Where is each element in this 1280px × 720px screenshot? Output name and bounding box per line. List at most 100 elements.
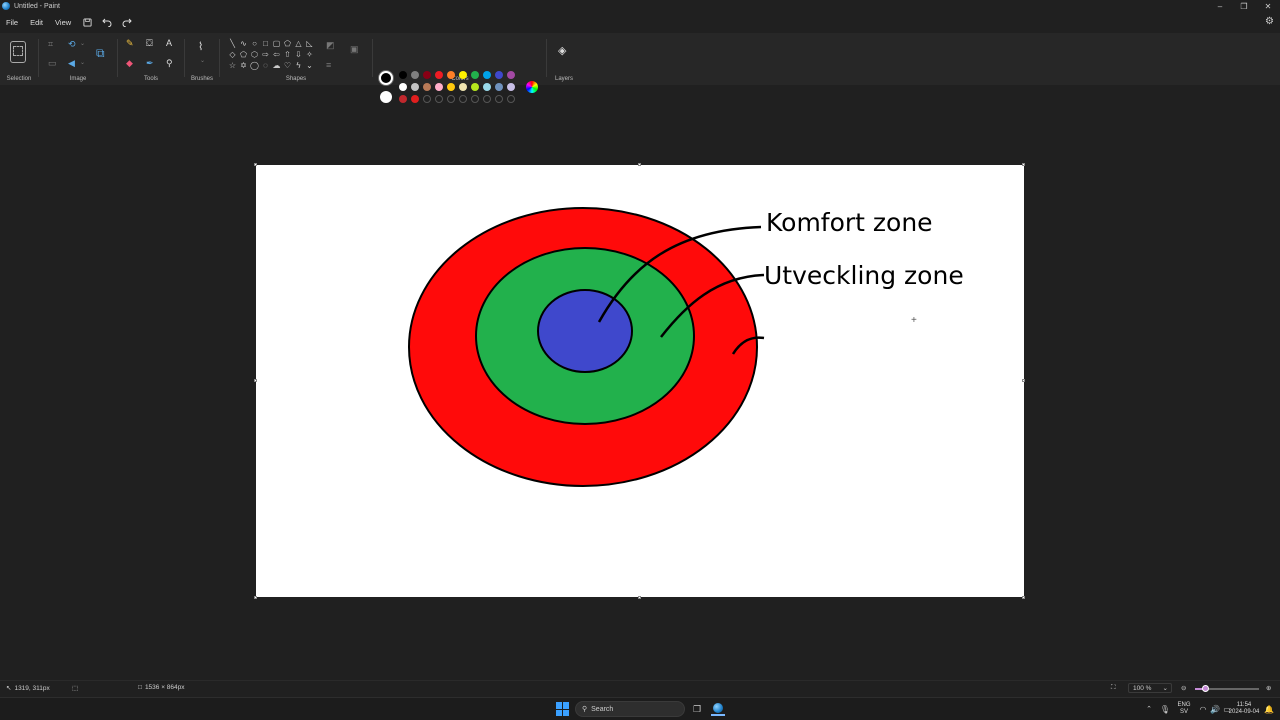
empty-custom-color-slot[interactable]: [495, 95, 503, 103]
lightning-shape-icon[interactable]: ϟ: [293, 60, 304, 71]
brush-dropdown-icon[interactable]: ⌄: [200, 58, 205, 64]
rotate-icon[interactable]: ⟲: [68, 40, 76, 49]
maximize-button[interactable]: ❐: [1232, 0, 1256, 12]
minimize-button[interactable]: –: [1208, 0, 1232, 12]
right-triangle-shape-icon[interactable]: ◺: [304, 38, 315, 49]
tray-overflow-chevron-icon[interactable]: ⌃: [1142, 702, 1156, 716]
six-point-star-shape-icon[interactable]: ✡: [238, 60, 249, 71]
four-point-star-shape-icon[interactable]: ✧: [304, 49, 315, 60]
color-swatch[interactable]: [411, 95, 419, 103]
selection-tool-icon[interactable]: [10, 41, 26, 63]
color-swatch[interactable]: [399, 83, 407, 91]
clock[interactable]: 11:54 2024-09-04: [1226, 702, 1262, 716]
diamond-shape-icon[interactable]: ◇: [227, 49, 238, 60]
color-swatch[interactable]: [423, 71, 431, 79]
shape-size-icon[interactable]: ≡: [326, 61, 331, 70]
resize-handle-left[interactable]: [254, 379, 257, 382]
oval-shape-icon[interactable]: ○: [249, 38, 260, 49]
color-swatch[interactable]: [495, 71, 503, 79]
settings-gear-icon[interactable]: ⚙: [1265, 16, 1274, 27]
empty-custom-color-slot[interactable]: [435, 95, 443, 103]
rotate-dropdown-icon[interactable]: ⌄: [80, 41, 85, 47]
five-point-star-shape-icon[interactable]: ☆: [227, 60, 238, 71]
resize-handle-bottom-left[interactable]: [254, 596, 257, 599]
brush-icon[interactable]: ⌇: [198, 42, 203, 53]
resize-handle-bottom[interactable]: [638, 596, 641, 599]
eraser-icon[interactable]: ◆: [126, 59, 133, 68]
color-swatch[interactable]: [483, 83, 491, 91]
color-swatch[interactable]: [435, 71, 443, 79]
color-swatch[interactable]: [471, 83, 479, 91]
flip-dropdown-icon[interactable]: ⌄: [80, 60, 85, 66]
heart-shape-icon[interactable]: ♡: [282, 60, 293, 71]
microphone-icon[interactable]: 🎙: [1158, 702, 1172, 716]
primary-color-swatch[interactable]: [379, 71, 393, 85]
start-windows-icon[interactable]: [556, 702, 570, 716]
task-view-icon[interactable]: ❐: [690, 702, 704, 716]
undo-icon[interactable]: [97, 14, 117, 30]
zoom-in-icon[interactable]: ⊕: [1266, 684, 1271, 692]
pencil-icon[interactable]: ✎: [126, 39, 134, 48]
color-swatch[interactable]: [399, 95, 407, 103]
color-swatch[interactable]: [411, 83, 419, 91]
color-swatch[interactable]: [507, 71, 515, 79]
pentagon-shape-icon[interactable]: ⬠: [238, 49, 249, 60]
color-swatch[interactable]: [459, 83, 467, 91]
cloud-callout-shape-icon[interactable]: ☁: [271, 60, 282, 71]
shape-outline-icon[interactable]: ◩: [326, 41, 335, 50]
text-tool-icon[interactable]: A: [166, 39, 172, 48]
paint-taskbar-icon[interactable]: [711, 702, 725, 716]
taskbar-search-box[interactable]: ⚲ Search: [575, 701, 685, 717]
magnifier-icon[interactable]: ⚲: [166, 59, 173, 68]
curve-shape-icon[interactable]: ∿: [238, 38, 249, 49]
resize-handle-right[interactable]: [1022, 379, 1025, 382]
input-language-indicator[interactable]: ENG SV: [1175, 702, 1193, 716]
resize-icon[interactable]: ▭: [48, 59, 57, 68]
rounded-callout-shape-icon[interactable]: ◯: [249, 60, 260, 71]
color-swatch[interactable]: [447, 83, 455, 91]
color-swatch[interactable]: [411, 71, 419, 79]
left-arrow-shape-icon[interactable]: ⇦: [271, 49, 282, 60]
rectangle-shape-icon[interactable]: □: [260, 38, 271, 49]
zoom-slider-thumb[interactable]: [1202, 685, 1209, 692]
layers-icon[interactable]: ◈: [558, 46, 566, 57]
zoom-out-icon[interactable]: ⊖: [1181, 684, 1186, 692]
menu-edit[interactable]: Edit: [24, 18, 49, 27]
crop-icon[interactable]: ⌗: [48, 40, 53, 49]
empty-custom-color-slot[interactable]: [483, 95, 491, 103]
color-swatch[interactable]: [483, 71, 491, 79]
rounded-rectangle-shape-icon[interactable]: ▢: [271, 38, 282, 49]
color-swatch[interactable]: [507, 83, 515, 91]
resize-handle-bottom-right[interactable]: [1022, 596, 1025, 599]
hexagon-shape-icon[interactable]: ⬡: [249, 49, 260, 60]
empty-custom-color-slot[interactable]: [459, 95, 467, 103]
edit-colors-icon[interactable]: [526, 81, 538, 93]
polygon-shape-icon[interactable]: ⬠: [282, 38, 293, 49]
flip-icon[interactable]: ◀: [68, 59, 75, 68]
save-icon[interactable]: [77, 14, 97, 30]
down-arrow-shape-icon[interactable]: ⇩: [293, 49, 304, 60]
color-swatch[interactable]: [423, 83, 431, 91]
fit-to-window-icon[interactable]: ⛶: [1111, 684, 1116, 692]
resize-handle-top-left[interactable]: [254, 163, 257, 166]
notification-bell-icon[interactable]: 🔔: [1262, 702, 1276, 716]
triangle-shape-icon[interactable]: △: [293, 38, 304, 49]
close-button[interactable]: ✕: [1256, 0, 1280, 12]
empty-custom-color-slot[interactable]: [471, 95, 479, 103]
color-swatch[interactable]: [495, 83, 503, 91]
shape-fill-icon[interactable]: ▣: [350, 45, 359, 54]
fill-bucket-icon[interactable]: ⛋: [146, 39, 153, 48]
secondary-color-swatch[interactable]: [380, 91, 392, 103]
redo-icon[interactable]: [117, 14, 137, 30]
more-shapes-icon[interactable]: ⌄: [304, 60, 315, 71]
empty-custom-color-slot[interactable]: [507, 95, 515, 103]
color-swatch[interactable]: [435, 83, 443, 91]
right-arrow-shape-icon[interactable]: ⇨: [260, 49, 271, 60]
resize-handle-top[interactable]: [638, 163, 641, 166]
color-picker-icon[interactable]: ✒: [146, 59, 154, 68]
menu-view[interactable]: View: [49, 18, 77, 27]
color-swatch[interactable]: [471, 71, 479, 79]
zoom-select[interactable]: 100 % ⌄: [1128, 683, 1172, 693]
drawing-canvas[interactable]: Komfort zone Utveckling zone: [256, 165, 1024, 597]
image-select-icon[interactable]: ⧉: [96, 47, 105, 59]
